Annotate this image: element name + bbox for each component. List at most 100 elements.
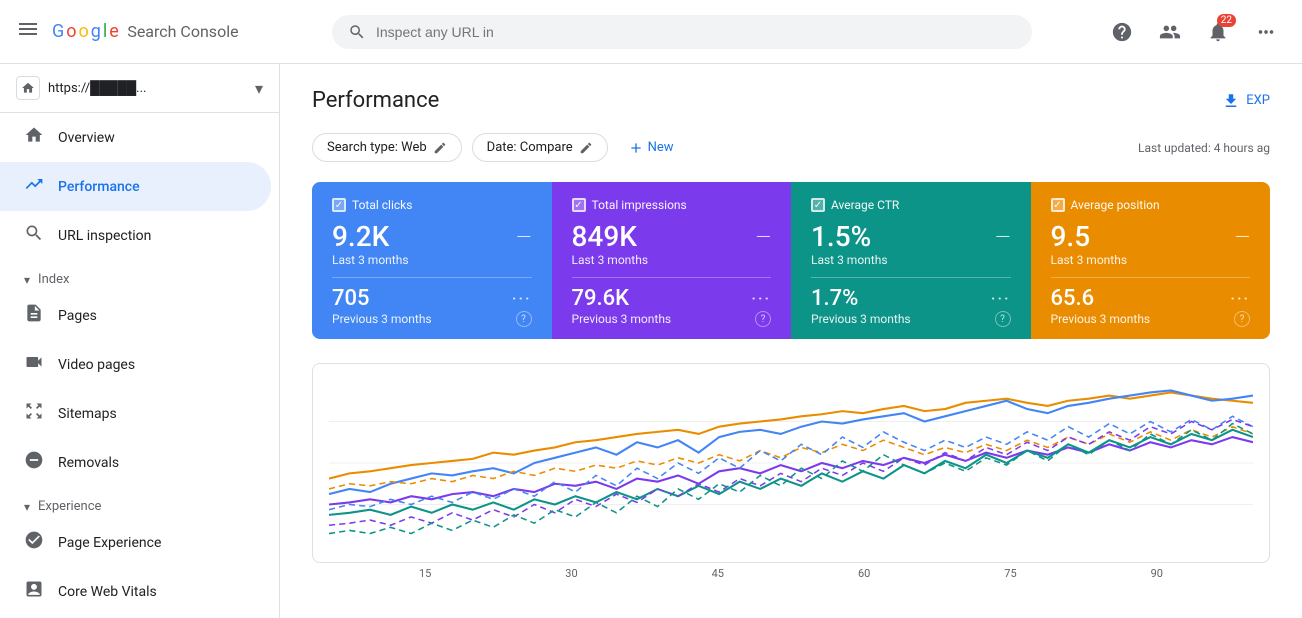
metric-dash-position: — <box>1235 225 1250 249</box>
add-filter-button[interactable]: New <box>618 134 684 162</box>
metric-value-position: 9.5 — <box>1051 220 1251 253</box>
url-search-bar[interactable] <box>332 15 1032 49</box>
metric-prev-impressions: 79.6K ··· <box>572 286 772 311</box>
sidebar-item-label: Removals <box>58 455 119 471</box>
help-ctr[interactable]: ? <box>995 311 1011 327</box>
experience-section-header[interactable]: ▾ Experience <box>0 487 279 518</box>
topbar-right: 22 <box>1102 12 1286 52</box>
metric-value-clicks: 9.2K — <box>332 220 532 253</box>
x-label-75: 75 <box>1004 567 1016 580</box>
url-inspection-icon <box>24 223 44 248</box>
metric-prev-position: 65.6 ··· <box>1051 286 1251 311</box>
page-experience-icon <box>24 530 44 555</box>
page-title: Performance <box>312 88 439 113</box>
search-type-filter[interactable]: Search type: Web <box>312 133 462 162</box>
metric-card-impressions[interactable]: ✓ Total impressions 849K — Last 3 months… <box>552 182 792 339</box>
metric-header-position: ✓ Average position <box>1051 198 1251 212</box>
edit-date-icon <box>579 141 593 155</box>
topbar: Google Search Console 22 <box>0 0 1302 64</box>
apps-button[interactable] <box>1246 12 1286 52</box>
metric-value-impressions: 849K — <box>572 220 772 253</box>
sidebar-item-label: Sitemaps <box>58 406 117 422</box>
metric-prev-clicks: 705 ··· <box>332 286 532 311</box>
topbar-left: Google Search Console <box>16 17 316 46</box>
help-position[interactable]: ? <box>1234 311 1250 327</box>
x-label-60: 60 <box>858 567 870 580</box>
sidebar-item-overview[interactable]: Overview <box>0 113 271 162</box>
metric-prev-val-clicks: 705 <box>332 286 370 311</box>
sidebar-item-label: Core Web Vitals <box>58 584 157 600</box>
sidebar-item-url-inspection[interactable]: URL inspection <box>0 211 271 260</box>
x-label-15: 15 <box>419 567 431 580</box>
help-clicks[interactable]: ? <box>516 311 532 327</box>
sidebar-item-core-web-vitals[interactable]: Core Web Vitals <box>0 567 271 616</box>
metric-current-impressions: 849K <box>572 220 637 253</box>
export-button[interactable]: EXP <box>1222 92 1270 110</box>
metric-dash-clicks: — <box>516 225 531 249</box>
metric-label-ctr: Average CTR <box>831 198 899 212</box>
date-label: Date: Compare <box>487 140 573 155</box>
metric-checkbox-clicks[interactable]: ✓ <box>332 198 346 212</box>
metric-value-ctr: 1.5% — <box>811 220 1011 253</box>
metric-cards: ✓ Total clicks 9.2K — Last 3 months 705 … <box>312 182 1270 339</box>
filter-bar: Search type: Web Date: Compare New Last … <box>312 133 1270 162</box>
metric-current-position: 9.5 <box>1051 220 1091 253</box>
sidebar-item-page-experience[interactable]: Page Experience <box>0 518 271 567</box>
metric-checkbox-ctr[interactable]: ✓ <box>811 198 825 212</box>
url-search-input[interactable] <box>376 24 1016 40</box>
metric-card-position[interactable]: ✓ Average position 9.5 — Last 3 months 6… <box>1031 182 1271 339</box>
performance-icon <box>24 174 44 199</box>
edit-search-type-icon <box>433 141 447 155</box>
index-section-label: Index <box>38 272 69 287</box>
overview-icon <box>24 125 44 150</box>
metric-card-clicks[interactable]: ✓ Total clicks 9.2K — Last 3 months 705 … <box>312 182 552 339</box>
metric-checkbox-position[interactable]: ✓ <box>1051 198 1065 212</box>
sidebar-item-pages[interactable]: Pages <box>0 291 271 340</box>
metric-label-clicks: Total clicks <box>352 198 412 212</box>
accounts-button[interactable] <box>1150 12 1190 52</box>
metric-prev-label-impressions: Previous 3 months ? <box>572 311 772 327</box>
chart-svg <box>329 380 1253 546</box>
experience-section-label: Experience <box>38 499 101 514</box>
metric-dots-ctr: ··· <box>991 289 1011 308</box>
metric-dash-ctr: — <box>995 225 1010 249</box>
property-selector[interactable]: https://█████... ▾ <box>0 64 279 113</box>
metric-current-clicks: 9.2K <box>332 220 389 253</box>
page-header: Performance EXP <box>312 88 1270 113</box>
removals-icon <box>24 450 44 475</box>
sidebar-item-sitemaps[interactable]: Sitemaps <box>0 389 271 438</box>
metric-period-clicks: Last 3 months <box>332 253 532 267</box>
sidebar-item-video-pages[interactable]: Video pages <box>0 340 271 389</box>
metric-header-clicks: ✓ Total clicks <box>332 198 532 212</box>
pages-icon <box>24 303 44 328</box>
property-dropdown-icon: ▾ <box>255 79 263 98</box>
metric-prev-label-clicks: Previous 3 months ? <box>332 311 532 327</box>
notifications-button[interactable]: 22 <box>1198 12 1238 52</box>
index-section-header[interactable]: ▾ Index <box>0 260 279 291</box>
last-updated-text: Last updated: 4 hours ag <box>1138 141 1270 155</box>
metric-current-ctr: 1.5% <box>811 220 871 253</box>
menu-icon[interactable] <box>16 17 40 46</box>
metric-dash-impressions: — <box>756 225 771 249</box>
metric-prev-label-ctr: Previous 3 months ? <box>811 311 1011 327</box>
app-layout: https://█████... ▾ Overview Performance … <box>0 64 1302 618</box>
metric-card-ctr[interactable]: ✓ Average CTR 1.5% — Last 3 months 1.7% … <box>791 182 1031 339</box>
sidebar-item-label: Overview <box>58 130 115 146</box>
sidebar: https://█████... ▾ Overview Performance … <box>0 64 280 618</box>
sidebar-item-performance[interactable]: Performance <box>0 162 271 211</box>
sidebar-item-removals[interactable]: Removals <box>0 438 271 487</box>
help-button[interactable] <box>1102 12 1142 52</box>
metric-period-ctr: Last 3 months <box>811 253 1011 267</box>
metric-checkbox-impressions[interactable]: ✓ <box>572 198 586 212</box>
metric-dots-clicks: ··· <box>512 289 532 308</box>
help-impressions[interactable]: ? <box>755 311 771 327</box>
main-content: Performance EXP Search type: Web Date: C… <box>280 64 1302 618</box>
metric-header-ctr: ✓ Average CTR <box>811 198 1011 212</box>
sidebar-item-label: Page Experience <box>58 535 161 551</box>
metric-header-impressions: ✓ Total impressions <box>572 198 772 212</box>
experience-collapse-icon: ▾ <box>24 500 30 514</box>
date-filter[interactable]: Date: Compare <box>472 133 608 162</box>
sidebar-item-label: Performance <box>58 179 140 195</box>
search-icon <box>348 23 366 41</box>
notification-badge: 22 <box>1217 14 1236 27</box>
